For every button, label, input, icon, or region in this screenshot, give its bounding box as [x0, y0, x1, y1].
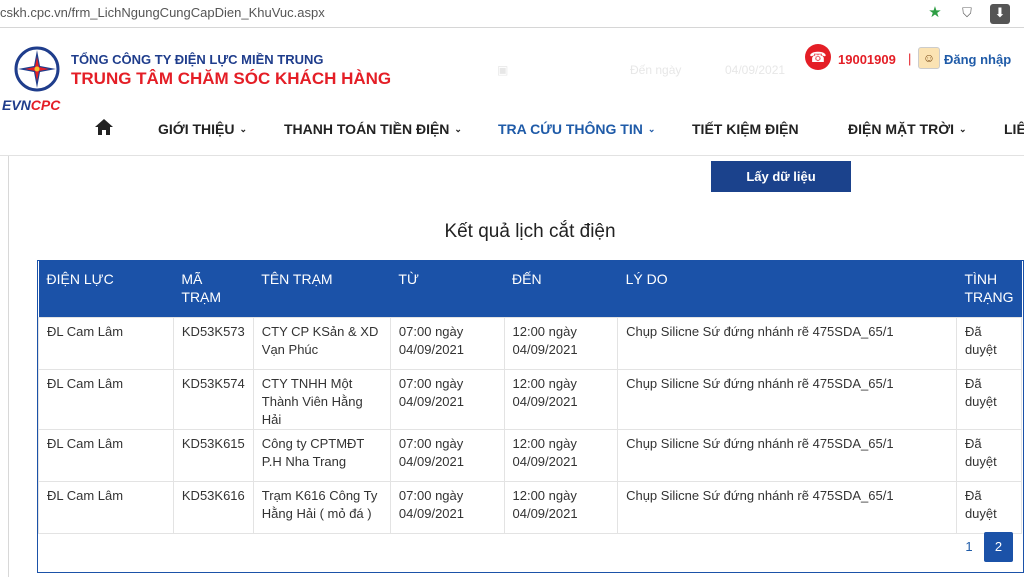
column-header[interactable]: TỪ — [390, 261, 504, 317]
pagination-page-2-current[interactable]: 2 — [984, 532, 1013, 562]
calendar-icon: ▣ — [497, 63, 509, 77]
cell-ly-do: Chụp Silicne Sứ đứng nhánh rẽ 475SDA_65/… — [617, 316, 957, 370]
column-header[interactable]: MÃ TRẠM — [173, 261, 254, 317]
cell-ten-tram: Công ty CPTMĐT P.H Nha Trang — [252, 428, 391, 482]
pagination-page-1[interactable]: 1 — [957, 532, 981, 562]
chevron-down-icon: ⌄ — [454, 124, 462, 134]
column-header[interactable]: TÊN TRẠM — [253, 261, 391, 317]
cell-dien-luc: ĐL Cam Lâm — [38, 480, 174, 534]
cell-tinh-trang: Đã duyệt — [955, 480, 1023, 534]
company-name: TỔNG CÔNG TY ĐIỆN LỰC MIỀN TRUNG — [71, 52, 324, 67]
fetch-data-button[interactable]: Lấy dữ liệu — [711, 161, 851, 192]
main-nav: GIỚI THIỆU ⌄ THANH TOÁN TIỀN ĐIỆN ⌄ TRA CỨ… — [0, 118, 1024, 140]
user-avatar-icon[interactable]: ☺ — [918, 47, 940, 69]
table-row: ĐL Cam Lâm KD53K615 Công ty CPTMĐT P.H N… — [38, 428, 1023, 482]
nav-tra-cuu-thong-tin[interactable]: TRA CỨU THÔNG TIN ⌄ — [498, 121, 655, 137]
cell-ma-tram: KD53K574 — [172, 368, 254, 430]
table-row: ĐL Cam Lâm KD53K573 CTY CP KSản & XD Vạn… — [38, 316, 1023, 370]
cell-ly-do: Chụp Silicne Sứ đứng nhánh rẽ 475SDA_65/… — [617, 368, 957, 430]
cell-ten-tram: Trạm K616 Công Ty Hằng Hải ( mỏ đá ) — [252, 480, 391, 534]
cell-tinh-trang: Đã duyệt — [955, 316, 1023, 370]
chevron-down-icon: ⌄ — [959, 124, 967, 134]
results-title: Kết quả lịch cắt điện — [444, 221, 616, 242]
nav-gioi-thieu[interactable]: GIỚI THIỆU ⌄ — [158, 121, 247, 137]
cell-tu: 07:00 ngày 04/09/2021 — [389, 316, 505, 370]
column-header[interactable]: LÝ DO — [617, 261, 957, 317]
home-icon[interactable] — [94, 118, 114, 136]
cell-ten-tram: CTY TNHH Một Thành Viên Hằng Hải — [252, 368, 391, 430]
cell-den: 12:00 ngày 04/09/2021 — [503, 480, 619, 534]
cell-den: 12:00 ngày 04/09/2021 — [503, 316, 619, 370]
nav-tiet-kiem-dien[interactable]: TIẾT KIỆM ĐIỆN — [692, 121, 799, 137]
bookmark-star-icon[interactable]: ★ — [925, 4, 945, 24]
cell-tinh-trang: Đã duyệt — [955, 368, 1023, 430]
column-header[interactable]: ĐẾN — [504, 261, 618, 317]
evn-logo-text: EVNCPC — [2, 97, 61, 113]
chevron-down-icon: ⌄ — [239, 124, 248, 134]
shield-icon[interactable]: ⛉ — [957, 4, 977, 24]
chevron-down-icon: ⌄ — [647, 124, 656, 134]
cell-dien-luc: ĐL Cam Lâm — [38, 368, 174, 430]
nav-thanh-toan-tien-dien[interactable]: THANH TOÁN TIỀN ĐIỆN ⌄ — [284, 121, 462, 137]
cell-dien-luc: ĐL Cam Lâm — [38, 316, 174, 370]
login-link[interactable]: Đăng nhập — [944, 52, 1011, 67]
ghost-to-date-value: 04/09/2021 — [725, 63, 786, 77]
column-header[interactable]: ĐIỆN LỰC — [38, 261, 174, 317]
table-row: ĐL Cam Lâm KD53K616 Trạm K616 Công Ty Hằ… — [38, 480, 1023, 534]
evn-logo-icon[interactable] — [12, 44, 62, 94]
cell-tu: 07:00 ngày 04/09/2021 — [389, 480, 505, 534]
cell-ma-tram: KD53K616 — [172, 480, 254, 534]
nav-dien-mat-troi[interactable]: ĐIỆN MẶT TRỜI ⌄ — [848, 121, 967, 137]
cell-ly-do: Chụp Silicne Sứ đứng nhánh rẽ 475SDA_65/… — [617, 480, 957, 534]
table-row: ĐL Cam Lâm KD53K574 CTY TNHH Một Thành V… — [38, 368, 1023, 430]
cell-tinh-trang: Đã duyệt — [955, 428, 1023, 482]
browser-address-bar: cskh.cpc.vn/frm_LichNgungCungCapDien_Khu… — [0, 0, 1024, 28]
cell-dien-luc: ĐL Cam Lâm — [38, 428, 174, 482]
cell-tu: 07:00 ngày 04/09/2021 — [389, 428, 505, 482]
cell-tu: 07:00 ngày 04/09/2021 — [389, 368, 505, 430]
results-table: ĐIỆN LỰC MÃ TRẠM TÊN TRẠM TỪ ĐẾN LÝ DO T… — [38, 261, 1023, 534]
table-header-row: ĐIỆN LỰC MÃ TRẠM TÊN TRẠM TỪ ĐẾN LÝ DO T… — [38, 261, 1022, 317]
download-icon[interactable]: ⬇ — [990, 4, 1010, 24]
cell-ly-do: Chụp Silicne Sứ đứng nhánh rẽ 475SDA_65/… — [617, 428, 957, 482]
cell-den: 12:00 ngày 04/09/2021 — [503, 428, 619, 482]
site-header: EVNCPC TỔNG CÔNG TY ĐIỆN LỰC MIỀN TRUNG … — [0, 28, 1024, 156]
column-header[interactable]: TÌNH TRẠNG — [956, 261, 1022, 317]
center-name: TRUNG TÂM CHĂM SÓC KHÁCH HÀNG — [71, 69, 392, 88]
cell-den: 12:00 ngày 04/09/2021 — [503, 368, 619, 430]
url-field[interactable]: cskh.cpc.vn/frm_LichNgungCungCapDien_Khu… — [0, 5, 325, 20]
cell-ten-tram: CTY CP KSản & XD Vạn Phúc — [252, 316, 391, 370]
results-table-container: ĐIỆN LỰC MÃ TRẠM TÊN TRẠM TỪ ĐẾN LÝ DO T… — [37, 260, 1024, 573]
ghost-to-date-label: Đến ngày — [630, 63, 682, 77]
cell-ma-tram: KD53K615 — [172, 428, 254, 482]
phone-icon: ☎ — [805, 44, 831, 70]
header-separator: | — [908, 51, 912, 66]
cell-ma-tram: KD53K573 — [172, 316, 254, 370]
nav-lien-he[interactable]: LIÊ — [1004, 121, 1024, 137]
hotline-number[interactable]: 19001909 — [838, 52, 896, 67]
